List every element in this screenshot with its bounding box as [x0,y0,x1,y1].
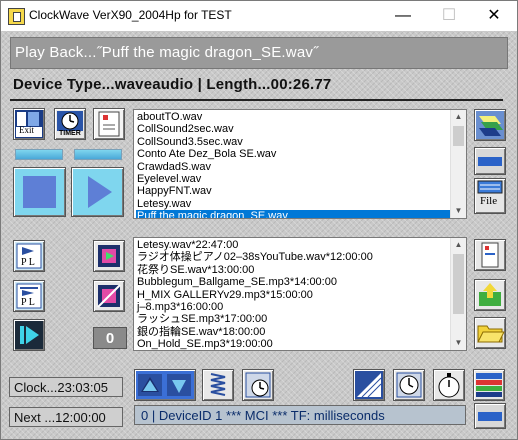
minus-icon [478,412,502,421]
schedule-list-item[interactable]: j–8.mp3*16:00:00 [136,301,450,313]
upload-folder-icon [479,283,501,306]
remote-button[interactable] [93,108,125,140]
file-list-scrollbar[interactable]: ▲ ▼ [450,110,466,218]
device-info: Device Type...waveaudio | Length...00:26… [13,76,332,93]
device-remote-icon [481,242,499,268]
schedule-scroll-down-arrow[interactable]: ▼ [451,336,466,350]
playlist-button-2[interactable]: P L [13,280,45,312]
title-bar: ClockWave VerX90_2004Hp for TEST — ☐ ✕ [1,1,517,31]
file-list-item[interactable]: Letesy.wav [136,198,450,210]
file-list-item[interactable]: CrawdadS.wav [136,161,450,173]
gauge-button[interactable] [353,369,385,401]
schedule-scroll-thumb[interactable] [453,254,464,314]
schedule-list-scrollbar[interactable]: ▲ ▼ [450,238,466,350]
timer-label: TIMER [59,130,81,137]
minus-icon [478,157,502,166]
file-list-item[interactable]: CollSound3.5sec.wav [136,136,450,148]
up-down-button[interactable] [134,369,196,401]
app-window: ClockWave VerX90_2004Hp for TEST — ☐ ✕ P… [0,0,518,440]
file-label: File [480,195,498,207]
edit-list-icon [479,116,503,136]
left-progress-bar [15,149,63,160]
file-list-item[interactable]: Conto Ate Dez_Bola SE.wav [136,148,450,160]
window-title: ClockWave VerX90_2004Hp for TEST [29,8,232,22]
clock-timer-icon [245,372,271,398]
up-down-arrows-icon [138,374,191,396]
exit-button[interactable]: Exit [13,108,45,140]
status-bar: 0 | DeviceID 1 *** MCI *** TF: milliseco… [134,405,466,425]
file-button[interactable]: File [474,178,506,214]
remove-schedule-icon [97,284,121,308]
stop-button[interactable] [13,167,66,217]
minimize-button[interactable]: — [380,1,426,31]
color-bars-button[interactable] [473,369,505,401]
color-bars-icon [476,373,502,397]
schedule-list-item[interactable]: H_MIX GALLERYv29.mp3*15:00:00 [136,289,450,301]
schedule-list[interactable]: Letesy.wav*22:47:00 ラジオ体操ピアノ02–38sYouTube… [133,237,467,351]
scroll-thumb[interactable] [453,126,464,146]
edit-list-button[interactable] [474,109,506,141]
schedule-list-item[interactable]: On_Hold_SE.mp3*19:00:00 [136,338,450,350]
add-schedule-button[interactable] [93,240,125,272]
clock-timer-button[interactable] [242,369,274,401]
play-icon [88,176,112,208]
remove-schedule-button[interactable] [93,280,125,312]
separator-line [10,99,503,101]
add-schedule-icon [98,245,120,267]
minus-button-bottom[interactable] [474,403,506,429]
schedule-list-items: Letesy.wav*22:47:00 ラジオ体操ピアノ02–38sYouTube… [136,239,450,350]
stopwatch-button[interactable] [433,369,465,401]
next-track-icon [20,326,39,344]
open-folder-icon [477,325,505,343]
schedule-list-item[interactable]: Bubblegum_Ballgame_SE.mp3*14:00:00 [136,276,450,288]
schedule-list-item[interactable]: ラジオ体操ピアノ02–38sYouTube.wav*12:00:00 [136,251,450,263]
exit-label: Exit [19,125,34,135]
close-button[interactable]: ✕ [471,1,517,31]
maximize-button: ☐ [441,7,457,24]
gauge-icon [357,373,382,398]
schedule-list-item[interactable]: ラッシュSE.mp3*17:00:00 [136,313,450,325]
timer-button[interactable]: TIMER [54,108,86,140]
playback-display: Play Back...˝Puff the magic dragon_SE.wa… [10,37,508,69]
stopwatch-icon [438,373,460,398]
device-remote-button[interactable] [474,239,506,271]
schedule-list-item[interactable]: Letesy.wav*22:47:00 [136,239,450,251]
next-track-button[interactable] [13,319,45,351]
file-list-item[interactable]: CollSound2sec.wav [136,123,450,135]
spring-icon [210,373,226,396]
scroll-down-arrow[interactable]: ▼ [451,204,466,218]
file-list[interactable]: aboutTO.wav CollSound2sec.wav CollSound3.5… [133,109,467,219]
file-list-item[interactable]: HappyFNT.wav [136,185,450,197]
app-icon [8,8,25,25]
next-display: Next ...12:00:00 [9,407,123,427]
file-list-item[interactable]: Puff the magic dragon_SE.wav [136,210,450,218]
playlist-button-1[interactable]: P L [13,240,45,272]
counter-display: 0 [93,327,127,349]
upload-button[interactable] [474,279,506,311]
schedule-scroll-up-arrow[interactable]: ▲ [451,238,466,252]
open-folder-button[interactable] [474,317,506,349]
watch-button[interactable] [393,369,425,401]
schedule-list-item[interactable]: 銀の指輪SE.wav*18:00:00 [136,326,450,338]
right-progress-bar [74,149,122,160]
remote-control-icon [98,111,120,137]
file-list-item[interactable]: aboutTO.wav [136,111,450,123]
file-list-items: aboutTO.wav CollSound2sec.wav CollSound3.5… [136,111,450,218]
playlist-1-label: P L [21,257,35,268]
schedule-list-item[interactable]: 花祭りSE.wav*13:00:00 [136,264,450,276]
stop-icon [23,176,56,208]
scroll-up-arrow[interactable]: ▲ [451,110,466,124]
spring-button[interactable] [202,369,234,401]
client-area: Play Back...˝Puff the magic dragon_SE.wa… [1,31,517,439]
play-button[interactable] [71,167,124,217]
minus-button-top[interactable] [474,147,506,175]
file-list-item[interactable]: Eyelevel.wav [136,173,450,185]
watch-icon [396,372,422,398]
clock-display: Clock...23:03:05 [9,377,123,397]
playlist-2-label: P L [21,297,35,308]
